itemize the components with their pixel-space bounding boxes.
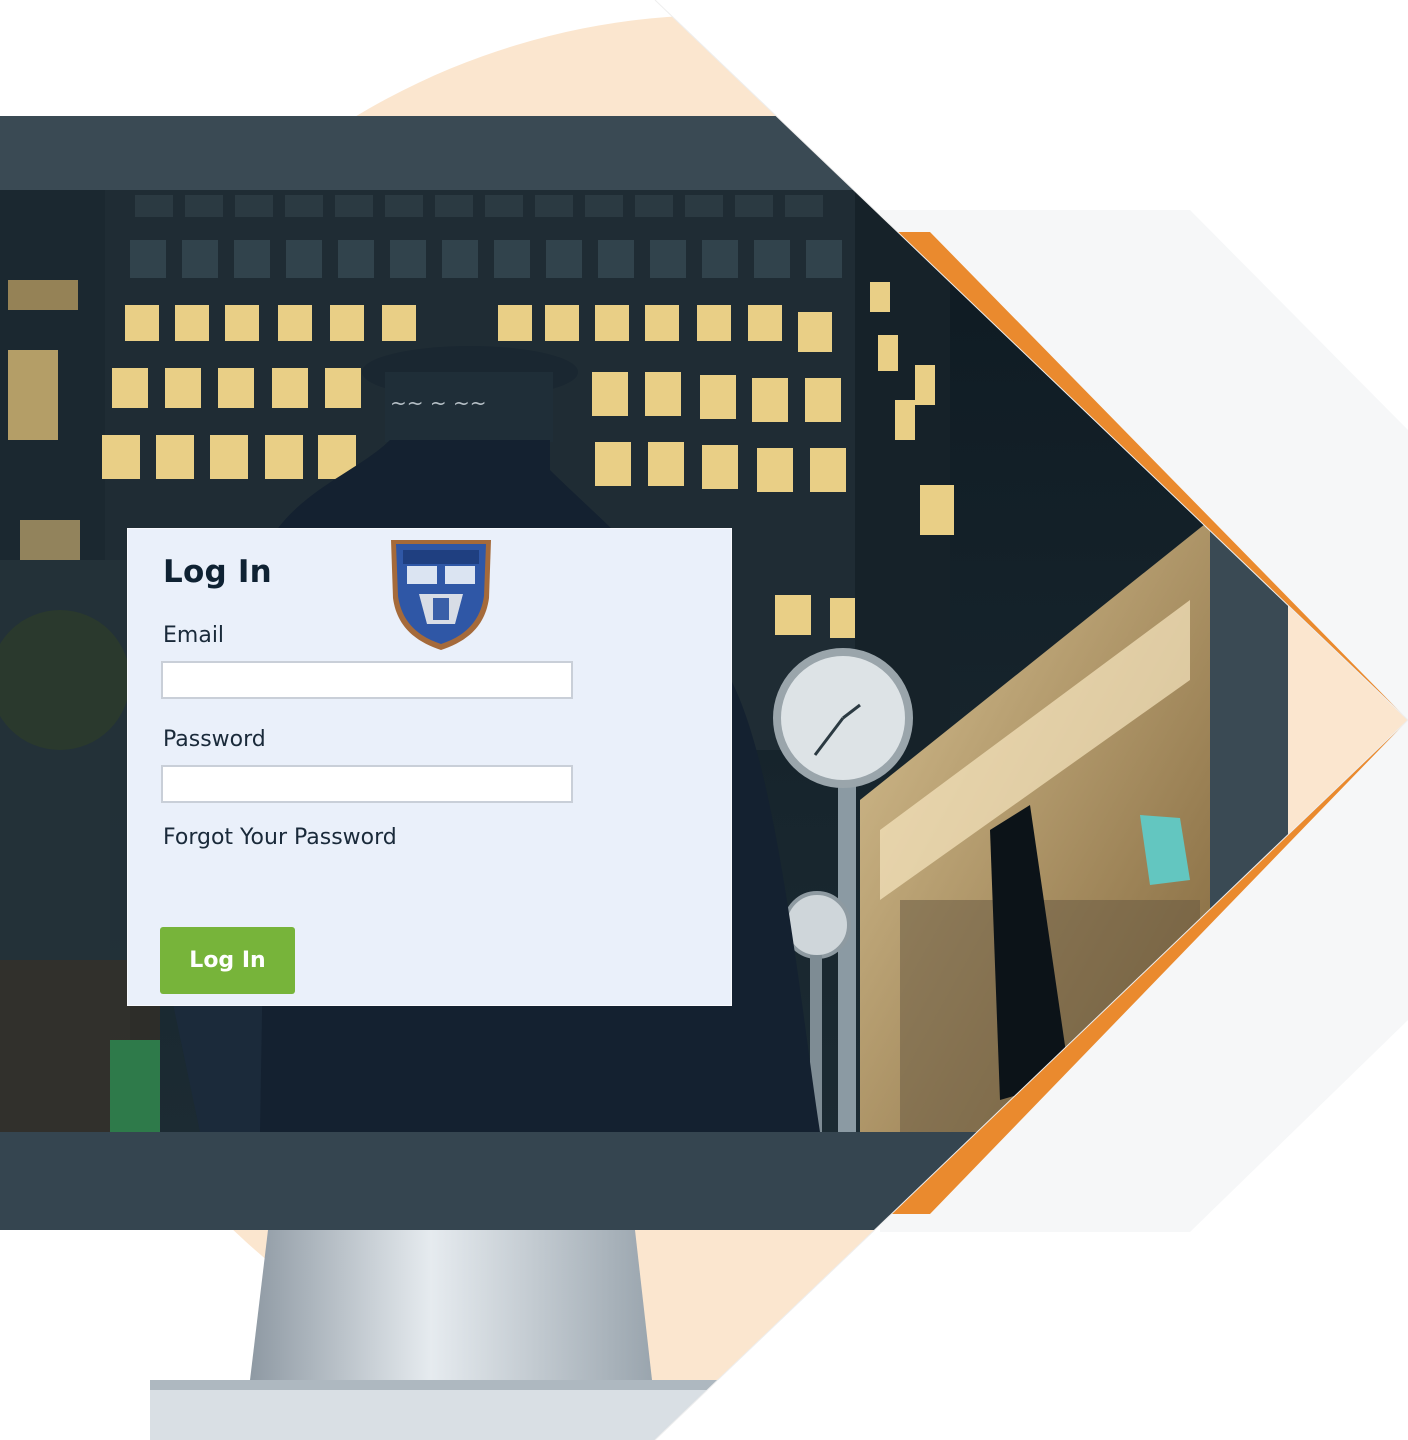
login-button[interactable]: Log In: [160, 927, 295, 994]
email-input[interactable]: [161, 661, 573, 699]
login-card: Log In Email Password Forgot Your Passwo…: [127, 528, 732, 1006]
login-title: Log In: [163, 554, 272, 590]
crest-logo-icon: [391, 540, 491, 650]
svg-text:~~ ~ ~~: ~~ ~ ~~: [390, 391, 487, 415]
forgot-password-link[interactable]: Forgot Your Password: [163, 825, 397, 850]
monitor-stand: [250, 1230, 652, 1380]
password-label: Password: [163, 727, 266, 752]
email-label: Email: [163, 623, 225, 648]
password-input[interactable]: [161, 765, 573, 803]
